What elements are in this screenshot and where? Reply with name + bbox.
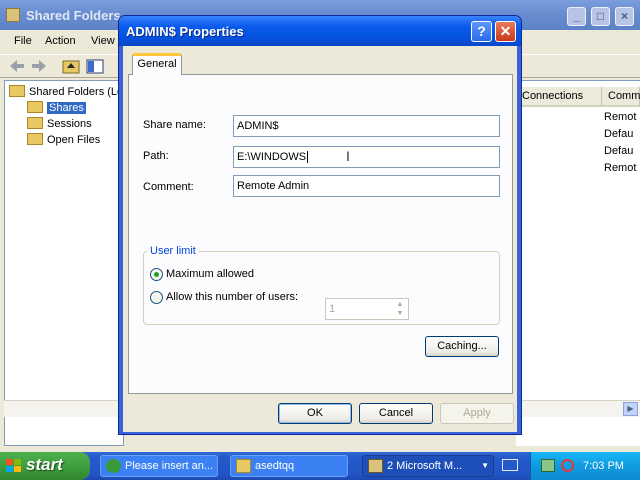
sessions-folder-icon [27, 117, 43, 129]
task-label: Please insert an... [125, 460, 214, 472]
radio-maximum-allowed-label[interactable]: Maximum allowed [166, 268, 254, 280]
comment-cell[interactable]: Remot [604, 162, 636, 174]
main-window-title: Shared Folders [26, 8, 121, 23]
comment-cell[interactable]: Defau [604, 145, 633, 157]
caching-button[interactable]: Caching... [425, 336, 499, 357]
close-button[interactable]: × [615, 7, 634, 26]
text-caret [307, 151, 309, 163]
tree-item-sessions[interactable]: Sessions [27, 117, 92, 133]
radio-allow-users[interactable] [150, 291, 163, 304]
i-beam-cursor-icon: I [346, 148, 350, 164]
task-button-please-insert[interactable]: Please insert an... [100, 455, 218, 477]
mmc-icon [368, 459, 383, 473]
system-tray: 7:03 PM [530, 452, 640, 480]
ok-button[interactable]: OK [278, 403, 352, 424]
shares-folder-icon [27, 101, 43, 113]
dialog-titlebar[interactable]: ADMIN$ Properties ? ✕ [119, 16, 521, 46]
shared-folders-icon [9, 85, 25, 97]
column-header-connections[interactable]: Connections [516, 87, 602, 107]
minimize-button[interactable]: _ [567, 7, 586, 26]
share-name-label: Share name: [143, 119, 206, 131]
task-label: asedtqq [255, 460, 295, 472]
comment-label: Comment: [143, 181, 194, 193]
help-button[interactable]: ? [471, 21, 492, 42]
user-limit-legend: User limit [147, 245, 199, 257]
up-one-level-icon[interactable] [62, 58, 80, 74]
comment-field[interactable]: Remote Admin [233, 175, 500, 197]
spin-up-icon[interactable]: ▲ [393, 300, 407, 309]
task-button-microsoft-management[interactable]: 2 Microsoft M... ▼ [362, 455, 494, 477]
users-number-spinner[interactable]: 1 ▲ ▼ [325, 298, 409, 320]
tree-item-shares[interactable]: Shares [27, 101, 86, 117]
show-hide-console-tree-icon[interactable] [86, 58, 104, 74]
radio-selected-dot [154, 272, 159, 277]
apply-button[interactable]: Apply [440, 403, 514, 424]
clock[interactable]: 7:03 PM [583, 460, 624, 472]
radio-maximum-allowed[interactable] [150, 268, 163, 281]
back-arrow-icon[interactable] [8, 58, 26, 74]
column-header-comment[interactable]: Comm [602, 87, 640, 107]
menu-file[interactable]: File [14, 35, 32, 47]
computer-management-icon [6, 8, 20, 22]
forward-arrow-icon[interactable] [30, 58, 48, 74]
users-number-value: 1 [329, 303, 336, 315]
network-icon[interactable] [541, 459, 555, 472]
scroll-right-icon[interactable]: ▶ [623, 402, 638, 416]
share-name-field[interactable]: ADMIN$ [233, 115, 500, 137]
general-tab-panel: Share name: ADMIN$ Path: E:\WINDOWS I Co… [128, 74, 513, 394]
maximize-button[interactable]: □ [591, 7, 610, 26]
group-dropdown-icon: ▼ [481, 461, 489, 470]
tree-item-sessions-label: Sessions [47, 118, 92, 130]
dialog-close-button[interactable]: ✕ [495, 21, 516, 42]
radio-allow-users-label[interactable]: Allow this number of users: [166, 291, 298, 303]
search-icon[interactable] [561, 459, 574, 472]
console-tree: Shared Folders (Lo Shares Sessions Open … [4, 80, 124, 446]
comment-cell[interactable]: Defau [604, 128, 633, 140]
user-limit-group [143, 251, 500, 325]
shares-list: Connections Comm Remot Defau Defau Remot [516, 80, 640, 446]
taskbar: start Please insert an... asedtqq 2 Micr… [0, 452, 640, 480]
tree-item-open-files[interactable]: Open Files [27, 133, 100, 149]
task-label: 2 Microsoft M... [387, 460, 463, 472]
tree-root-label: Shared Folders (Lo [29, 86, 124, 98]
folder-icon [236, 459, 251, 473]
menu-view[interactable]: View [91, 35, 115, 47]
windows-logo-icon [6, 459, 21, 472]
spin-down-icon[interactable]: ▼ [393, 309, 407, 318]
tree-item-shares-label: Shares [47, 102, 86, 114]
path-value: E:\WINDOWS [237, 151, 307, 163]
admin-properties-dialog: ADMIN$ Properties ? ✕ General Share name… [118, 15, 522, 435]
open-files-folder-icon [27, 133, 43, 145]
setup-icon [106, 459, 121, 473]
tab-general[interactable]: General [132, 53, 182, 75]
tree-root-shared-folders[interactable]: Shared Folders (Lo [9, 85, 123, 101]
dialog-body: General Share name: ADMIN$ Path: E:\WIND… [123, 46, 517, 432]
cancel-button[interactable]: Cancel [359, 403, 433, 424]
path-field[interactable]: E:\WINDOWS I [233, 146, 500, 168]
start-label: start [26, 455, 63, 474]
dialog-title: ADMIN$ Properties [126, 24, 244, 39]
task-button-asedtqq[interactable]: asedtqq [230, 455, 348, 477]
path-label: Path: [143, 150, 169, 162]
tree-item-open-files-label: Open Files [47, 134, 101, 146]
start-button[interactable]: start [0, 452, 90, 480]
menu-action[interactable]: Action [45, 35, 76, 47]
comment-cell[interactable]: Remot [604, 111, 636, 123]
keyboard-language-icon[interactable] [502, 459, 518, 471]
